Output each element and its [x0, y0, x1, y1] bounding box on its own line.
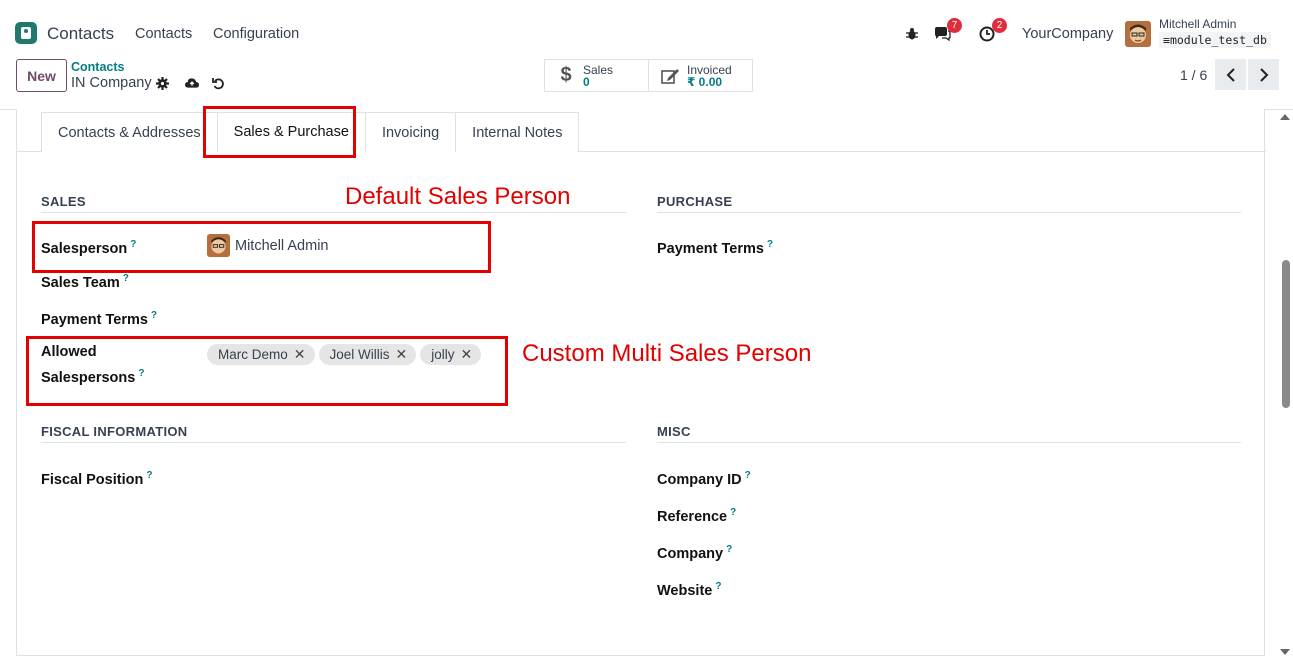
- sales-stat-value: 0: [583, 74, 590, 89]
- page-scrollbar[interactable]: [1276, 110, 1293, 659]
- fiscal-section-title: FISCAL INFORMATION: [41, 424, 626, 443]
- cloud-upload-icon[interactable]: [185, 76, 199, 90]
- help-icon[interactable]: ?: [767, 239, 773, 250]
- help-icon[interactable]: ?: [715, 581, 721, 592]
- breadcrumb-contacts[interactable]: Contacts: [71, 60, 124, 74]
- tab-invoicing[interactable]: Invoicing: [364, 112, 457, 152]
- messages-icon[interactable]: 7: [932, 18, 962, 44]
- contacts-app-icon[interactable]: [15, 22, 37, 44]
- fiscal-position-label: Fiscal Position?: [41, 470, 153, 488]
- help-icon[interactable]: ?: [726, 544, 732, 555]
- reference-label: Reference?: [657, 507, 737, 525]
- record-title: IN Company: [71, 75, 152, 91]
- pager-previous-button[interactable]: [1215, 59, 1246, 90]
- help-icon[interactable]: ?: [146, 470, 152, 481]
- activity-clock-icon[interactable]: 2: [977, 18, 1007, 44]
- help-icon[interactable]: ?: [745, 470, 751, 481]
- annotation-box-salesperson: [32, 221, 491, 273]
- new-button[interactable]: New: [16, 59, 67, 92]
- pencil-square-icon: [659, 68, 681, 84]
- control-panel: New Contacts IN Company $ Sales 0 Invoic…: [0, 56, 1293, 110]
- top-navbar: Contacts Contacts Configuration 7 2 Your…: [0, 0, 1293, 56]
- tab-internal-notes[interactable]: Internal Notes: [455, 112, 580, 152]
- menu-configuration[interactable]: Configuration: [213, 26, 299, 42]
- user-name[interactable]: Mitchell Admin: [1159, 17, 1236, 31]
- gear-icon[interactable]: [155, 76, 169, 90]
- website-label: Website?: [657, 581, 722, 599]
- activities-badge: 2: [992, 18, 1007, 33]
- dollar-icon: $: [560, 64, 572, 86]
- user-avatar[interactable]: [1125, 21, 1151, 47]
- database-icon: ≡: [1163, 33, 1170, 47]
- discard-undo-icon[interactable]: [211, 76, 225, 90]
- sales-smart-button[interactable]: $ Sales 0: [544, 59, 649, 92]
- company-id-label: Company ID?: [657, 470, 751, 488]
- pager-next-button[interactable]: [1248, 59, 1279, 90]
- menu-contacts[interactable]: Contacts: [135, 26, 192, 42]
- database-name: ≡module_test_db: [1159, 32, 1271, 48]
- annotation-box-allowed-salespersons: [26, 336, 508, 406]
- sales-payment-terms-label: Payment Terms?: [41, 310, 158, 328]
- scroll-up-arrow-icon[interactable]: [1280, 114, 1290, 120]
- company-switcher[interactable]: YourCompany: [1022, 26, 1113, 42]
- bug-icon[interactable]: [902, 24, 922, 44]
- sales-stat-label: Sales: [583, 62, 614, 77]
- invoiced-stat-label: Invoiced: [687, 62, 732, 77]
- misc-section-title: MISC: [657, 424, 1241, 443]
- purchase-section-title: PURCHASE: [657, 194, 1241, 213]
- invoiced-stat-value: ₹ 0.00: [687, 74, 723, 89]
- help-icon[interactable]: ?: [151, 310, 157, 321]
- tab-contacts-addresses[interactable]: Contacts & Addresses: [41, 112, 218, 152]
- annotation-custom-multi-sales-person: Custom Multi Sales Person: [522, 340, 812, 367]
- messages-badge: 7: [947, 18, 962, 33]
- annotation-default-sales-person: Default Sales Person: [345, 183, 571, 210]
- help-icon[interactable]: ?: [730, 507, 736, 518]
- purchase-payment-terms-label: Payment Terms?: [657, 239, 774, 257]
- pager-value[interactable]: 1 / 6: [1180, 67, 1207, 83]
- scroll-down-arrow-icon[interactable]: [1280, 649, 1290, 655]
- help-icon[interactable]: ?: [123, 273, 129, 284]
- invoiced-smart-button[interactable]: Invoiced ₹ 0.00: [648, 59, 753, 92]
- app-name[interactable]: Contacts: [47, 24, 114, 44]
- scrollbar-thumb[interactable]: [1282, 260, 1290, 408]
- company-label: Company?: [657, 544, 733, 562]
- annotation-box-tab: [203, 106, 356, 158]
